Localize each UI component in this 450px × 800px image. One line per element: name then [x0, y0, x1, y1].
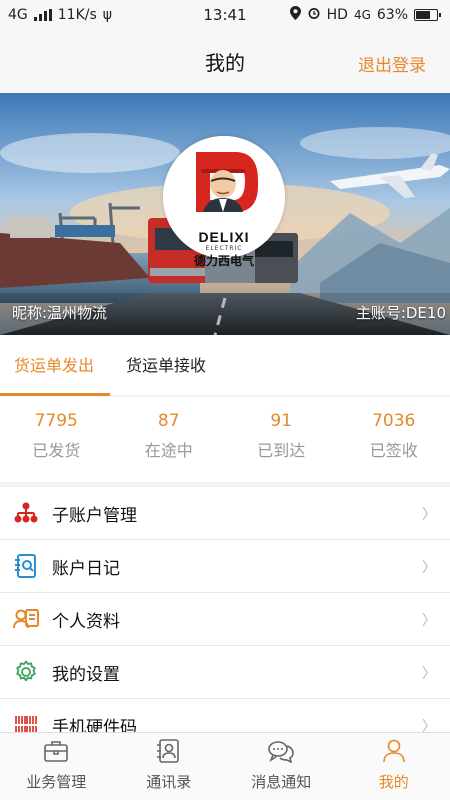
menu-item-label: 账户日记: [52, 558, 120, 579]
stat-value: 91: [270, 411, 293, 431]
org-chart-icon: [13, 500, 39, 526]
nav-label: 消息通知: [251, 773, 312, 791]
stat-label: 在途中: [144, 441, 193, 460]
nav-contacts[interactable]: 通讯录: [113, 733, 226, 800]
status-bar: 4G 11K/s ψ 13:41 HD 4G 63%: [0, 0, 450, 30]
chevron-right-icon: 〉: [422, 560, 436, 576]
briefcase-icon: [43, 739, 69, 767]
menu-item-sub-accounts[interactable]: 子账户管理 〉: [0, 487, 450, 540]
stat-label: 已签收: [369, 441, 418, 460]
journal-search-icon: [13, 553, 39, 579]
tab-waybill-received[interactable]: 货运单接收: [126, 335, 206, 396]
stat-value: 7036: [372, 411, 416, 431]
logo-sub-text: ELECTRIC: [205, 245, 243, 252]
main-account-label: 主账号:DE10: [355, 304, 446, 322]
menu-item-label: 子账户管理: [52, 505, 137, 526]
gear-icon: [13, 659, 39, 685]
stat-arrived[interactable]: 91 已到达: [225, 397, 338, 482]
chevron-right-icon: 〉: [422, 666, 436, 682]
bottom-nav: 业务管理 通讯录 消息通知 我的: [0, 732, 450, 800]
waybill-stats: 7795 已发货 87 在途中 91 已到达 7036 已签收: [0, 397, 450, 482]
chat-bubbles-icon: [267, 739, 295, 767]
menu-item-profile[interactable]: 个人资料 〉: [0, 593, 450, 646]
settings-menu: 子账户管理 〉 账户日记 〉 个人资料 〉 我的设置 〉 手机硬件码 〉: [0, 487, 450, 752]
menu-item-my-settings[interactable]: 我的设置 〉: [0, 646, 450, 699]
stat-label: 已到达: [257, 441, 306, 460]
stat-shipped[interactable]: 7795 已发货: [0, 397, 113, 482]
nav-label: 通讯录: [146, 773, 192, 791]
battery-icon: [414, 9, 441, 21]
chevron-right-icon: 〉: [422, 507, 436, 523]
stat-label: 已发货: [32, 441, 81, 460]
menu-item-label: 我的设置: [52, 664, 120, 685]
stat-in-transit[interactable]: 87 在途中: [113, 397, 226, 482]
menu-item-account-log[interactable]: 账户日记 〉: [0, 540, 450, 593]
clock: 13:41: [203, 6, 247, 24]
profile-banner: DELIXI ELECTRIC 德力西电气 昵称:温州物流 主账号:DE10: [0, 93, 450, 335]
person-icon: [381, 739, 407, 767]
waybill-tabs: 货运单发出 货运单接收: [0, 335, 450, 396]
app-screen: 4G 11K/s ψ 13:41 HD 4G 63% 我的 退出登录 DELIX…: [0, 0, 450, 800]
tab-waybill-sent[interactable]: 货运单发出: [0, 335, 111, 396]
nickname-label: 昵称:温州物流: [12, 304, 108, 322]
nav-business[interactable]: 业务管理: [0, 733, 113, 800]
profile-card-icon: [13, 606, 39, 632]
logo-cn-text: 德力西电气: [193, 254, 254, 268]
chevron-right-icon: 〉: [422, 613, 436, 629]
title-bar: 我的 退出登录: [0, 30, 450, 93]
contacts-icon: [156, 739, 182, 767]
stat-value: 87: [157, 411, 180, 431]
nav-label: 我的: [378, 773, 409, 791]
logo-brand-text: DELIXI: [198, 229, 250, 245]
stat-value: 7795: [34, 411, 78, 431]
nav-label: 业务管理: [26, 773, 87, 791]
logout-button[interactable]: 退出登录: [358, 51, 426, 76]
stat-signed[interactable]: 7036 已签收: [338, 397, 450, 482]
menu-item-label: 个人资料: [52, 611, 120, 632]
nav-mine[interactable]: 我的: [338, 733, 450, 800]
nav-messages[interactable]: 消息通知: [225, 733, 338, 800]
page-title: 我的: [205, 51, 245, 75]
